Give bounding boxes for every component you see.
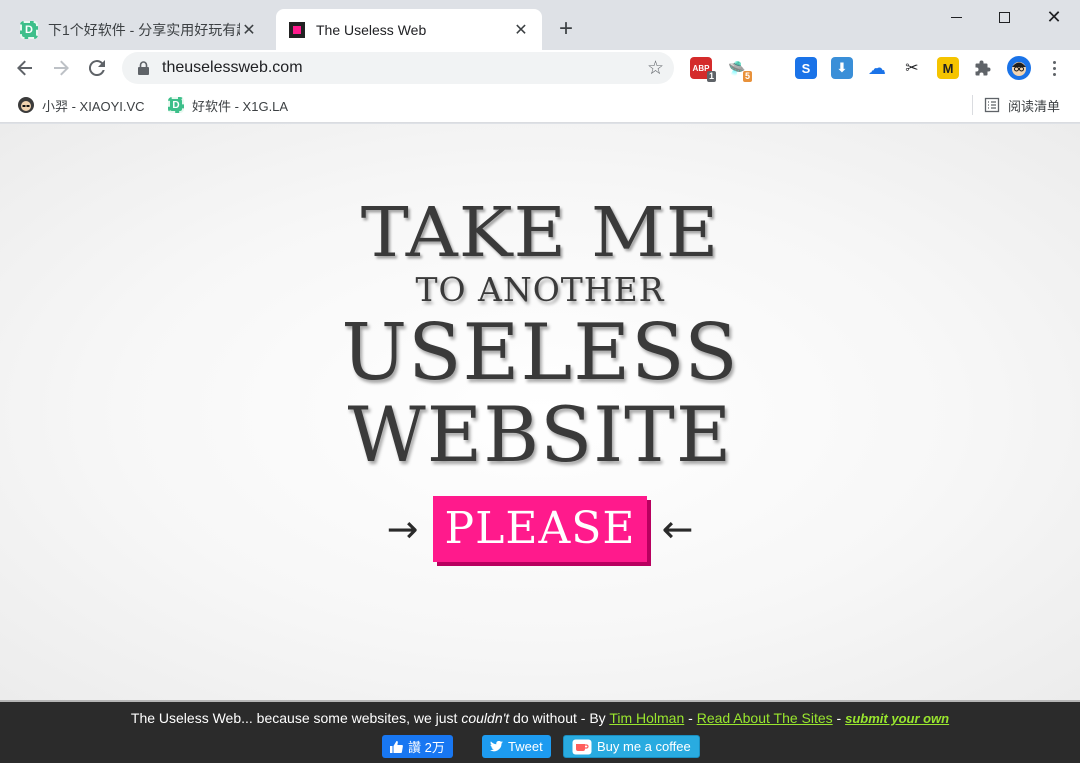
minimize-button[interactable] <box>932 0 980 34</box>
headline-take-me: TAKE ME <box>360 192 720 272</box>
footer-emphasis: couldn't <box>461 710 510 726</box>
author-link[interactable]: Tim Holman <box>609 710 684 726</box>
reload-button[interactable] <box>82 53 112 83</box>
maximize-button[interactable] <box>980 0 1028 34</box>
footer-separator: - <box>832 710 846 726</box>
adblock-icon[interactable]: ABP 1 <box>690 57 716 82</box>
left-arrow-icon: ← <box>661 507 694 551</box>
tab-strip: D 下1个好软件 - 分享实用好玩有趣 ✕ The Useless Web ✕ … <box>0 0 1080 50</box>
x1g-favicon-icon: D <box>20 20 38 39</box>
url-text: theuselessweb.com <box>162 59 303 76</box>
address-bar[interactable]: theuselessweb.com ☆ <box>122 52 674 84</box>
footer-text: The Useless Web... because some websites… <box>0 710 1080 726</box>
buy-me-a-coffee-button[interactable]: Buy me a coffee <box>563 735 700 758</box>
thumbs-up-icon <box>390 740 403 753</box>
footer-text-part: do without - By <box>509 710 610 726</box>
tweet-label: Tweet <box>508 739 543 754</box>
close-tab-icon[interactable]: ✕ <box>512 21 530 39</box>
scissors-extension-icon[interactable]: ✂ <box>901 57 923 79</box>
please-row: → PLEASE ← <box>0 494 1080 564</box>
forward-button[interactable] <box>46 53 76 83</box>
minimize-icon <box>950 16 962 18</box>
forward-arrow-icon <box>54 60 69 76</box>
coffee-label: Buy me a coffee <box>597 739 691 754</box>
cloud-extension-icon[interactable]: ☁ <box>866 57 888 79</box>
avatar-face-icon <box>1012 62 1026 76</box>
monkey-extension-icon[interactable]: 🐵 <box>760 57 782 79</box>
like-count: 讚 2万 <box>408 740 445 755</box>
s-extension-icon[interactable]: S <box>795 57 817 79</box>
kofi-cup-icon <box>572 739 592 754</box>
tab-title: 下1个好软件 - 分享实用好玩有趣 <box>48 21 240 38</box>
tab-useless-web[interactable]: The Useless Web ✕ <box>276 9 542 50</box>
back-button[interactable] <box>10 53 40 83</box>
bookmark-label: 好软件 - X1G.LA <box>192 98 289 114</box>
maximize-icon <box>998 11 1010 23</box>
chrome-menu-button[interactable] <box>1046 56 1062 80</box>
footer-separator: - <box>684 710 697 726</box>
bookmark-star-icon[interactable]: ☆ <box>647 57 664 80</box>
site-footer: The Useless Web... because some websites… <box>0 700 1080 763</box>
ufo-extension-icon[interactable]: 🛸 5 <box>726 57 752 82</box>
reading-list-button[interactable]: 阅读清单 <box>984 95 1060 115</box>
x1g-favicon-icon: D <box>168 97 184 113</box>
reading-list-icon <box>984 97 1000 113</box>
tab-x1g[interactable]: D 下1个好软件 - 分享实用好玩有趣 ✕ <box>8 9 270 50</box>
lock-icon[interactable] <box>136 61 150 75</box>
headline-useless: USELESS <box>341 308 739 398</box>
profile-avatar[interactable] <box>1007 56 1031 80</box>
bookmark-label: 小羿 - XIAOYI.VC <box>42 98 145 114</box>
m-extension-icon[interactable]: M <box>937 57 959 79</box>
footer-text-part: The Useless Web... because some websites… <box>130 710 462 726</box>
close-tab-icon[interactable]: ✕ <box>240 21 258 39</box>
bookmarks-bar: 小羿 - XIAOYI.VC D 好软件 - X1G.LA 阅读清单 <box>0 87 1080 123</box>
new-tab-button[interactable]: + <box>552 16 580 44</box>
puzzle-extensions-icon[interactable] <box>972 57 994 79</box>
reload-icon <box>89 60 105 76</box>
bookmarks-divider <box>972 95 973 115</box>
useless-web-favicon-icon <box>288 21 306 39</box>
bookmark-x1g[interactable]: D 好软件 - X1G.LA <box>168 95 288 115</box>
bookmark-xiaoyi[interactable]: 小羿 - XIAOYI.VC <box>18 95 145 115</box>
reading-list-label: 阅读清单 <box>1008 98 1061 114</box>
twitter-bird-icon <box>490 741 503 752</box>
back-arrow-icon <box>17 60 32 76</box>
about-link[interactable]: Read About The Sites <box>697 710 833 726</box>
facebook-like-button[interactable]: 讚 2万 <box>382 735 453 758</box>
page-content: TAKE ME TO ANOTHER USELESS WEBSITE → PLE… <box>0 124 1080 700</box>
xiaoyi-avatar-icon <box>18 97 34 113</box>
headline-website: WEBSITE <box>347 390 733 479</box>
tweet-button[interactable]: Tweet <box>482 735 551 758</box>
close-window-button[interactable]: ✕ <box>1030 0 1078 34</box>
tab-title: The Useless Web <box>316 21 427 38</box>
right-arrow-icon: → <box>386 507 419 551</box>
headline-to-another: TO ANOTHER <box>415 270 665 309</box>
browser-toolbar: theuselessweb.com ☆ ABP 1 🛸 5 🐵 S ⬇ ☁ ✂ M <box>0 50 1080 87</box>
submit-link[interactable]: submit your own <box>845 711 949 726</box>
please-button[interactable]: PLEASE <box>432 496 648 562</box>
download-extension-icon[interactable]: ⬇ <box>831 57 853 79</box>
